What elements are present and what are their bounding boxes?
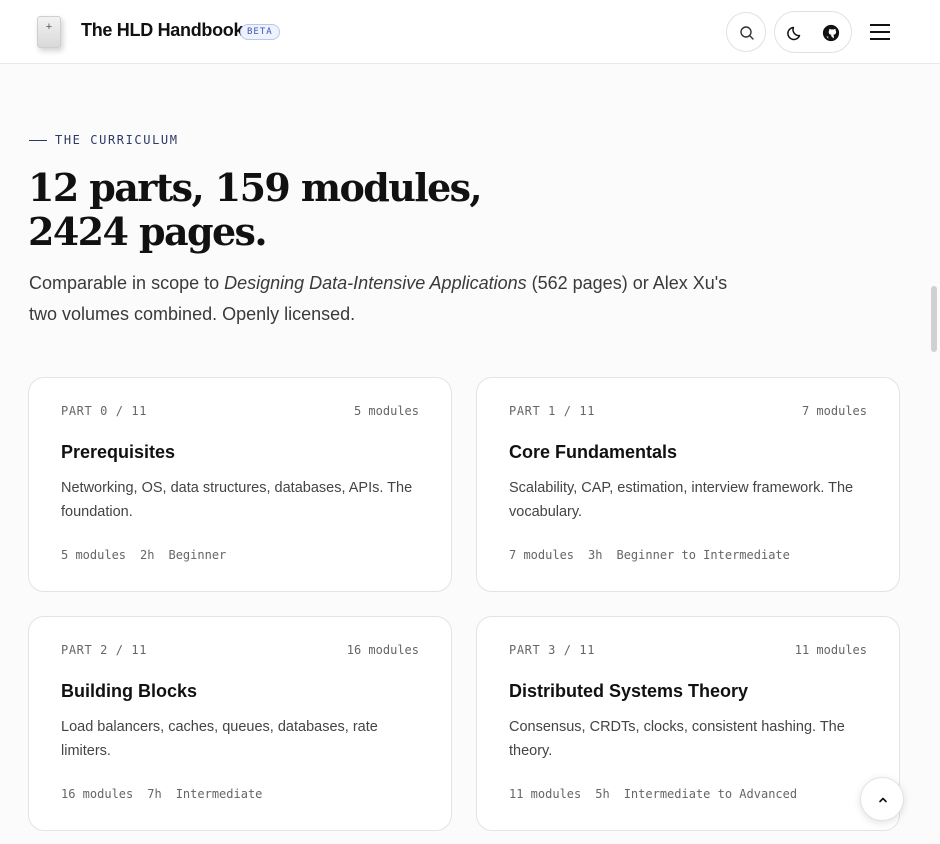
section-eyebrow: THE CURRICULUM <box>29 133 179 147</box>
part-card[interactable]: PART 2 / 11 16 modules Building Blocks L… <box>28 616 452 831</box>
book-title: Designing Data-Intensive Applications <box>224 273 527 293</box>
part-card[interactable]: PART 3 / 11 11 modules Distributed Syste… <box>476 616 900 831</box>
part-meta: 7 modules 3h Beginner to Intermediate <box>509 548 790 562</box>
part-description: Networking, OS, data structures, databas… <box>61 480 413 520</box>
module-count: 7 modules <box>801 404 867 418</box>
part-description: Scalability, CAP, estimation, interview … <box>509 480 854 520</box>
theme-toggle-button[interactable] <box>786 23 806 43</box>
part-meta: 11 modules 5h Intermediate to Advanced <box>509 787 797 801</box>
part-title: Distributed Systems Theory <box>509 681 749 701</box>
eyebrow-label: THE CURRICULUM <box>55 133 179 147</box>
site-title[interactable]: The HLD Handbook <box>81 20 244 41</box>
meta-modules: 5 modules <box>61 548 127 562</box>
meta-duration: 5h <box>595 787 610 801</box>
eyebrow-dash <box>29 139 47 141</box>
meta-modules: 11 modules <box>509 787 582 801</box>
part-title: Building Blocks <box>61 681 198 701</box>
part-description: Load balancers, caches, queues, database… <box>61 719 378 759</box>
part-card[interactable]: PART 1 / 11 7 modules Core Fundamentals … <box>476 377 900 592</box>
intro-text-start: Comparable in scope to <box>29 273 225 293</box>
hamburger-menu-icon <box>870 24 890 40</box>
meta-duration: 2h <box>140 548 155 562</box>
header-actions-group <box>774 11 852 53</box>
part-description: Consensus, CRDTs, clocks, consistent has… <box>509 719 845 759</box>
part-number: PART 1 / 11 <box>509 404 596 418</box>
search-button[interactable] <box>726 12 766 52</box>
part-meta: 16 modules 7h Intermediate <box>61 787 262 801</box>
moon-icon <box>787 26 801 41</box>
part-number: PART 0 / 11 <box>61 404 148 418</box>
module-count: 5 modules <box>353 404 419 418</box>
chevron-up-icon <box>879 797 887 803</box>
github-link[interactable] <box>821 23 841 43</box>
meta-duration: 3h <box>588 548 603 562</box>
meta-modules: 16 modules <box>61 787 134 801</box>
part-card[interactable]: PART 0 / 11 5 modules Prerequisites Netw… <box>28 377 452 592</box>
meta-level: Intermediate <box>175 787 263 801</box>
beta-badge: BETA <box>240 24 280 40</box>
site-header: The HLD Handbook BETA <box>0 0 940 64</box>
part-title: Prerequisites <box>61 442 176 462</box>
part-number: PART 2 / 11 <box>61 643 148 657</box>
menu-button[interactable] <box>868 20 892 44</box>
module-count: 11 modules <box>794 643 867 657</box>
meta-level: Intermediate to Advanced <box>623 787 798 801</box>
meta-level: Beginner <box>168 548 227 562</box>
meta-duration: 7h <box>147 787 162 801</box>
part-meta: 5 modules 2h Beginner <box>61 548 226 562</box>
handbook-logo-icon[interactable] <box>37 16 61 48</box>
meta-level: Beginner to Intermediate <box>616 548 790 562</box>
search-icon <box>740 26 754 40</box>
meta-modules: 7 modules <box>509 548 575 562</box>
part-title: Core Fundamentals <box>509 442 678 462</box>
part-number: PART 3 / 11 <box>509 643 596 657</box>
page-title: 12 parts, 159 modules, 2424 pages. <box>28 165 483 254</box>
module-count: 16 modules <box>346 643 419 657</box>
page-intro: Comparable in scope to Designing Data-In… <box>29 268 729 330</box>
scroll-to-top-button[interactable] <box>860 777 904 821</box>
page-scrollbar[interactable] <box>931 286 937 352</box>
github-icon <box>822 24 840 42</box>
